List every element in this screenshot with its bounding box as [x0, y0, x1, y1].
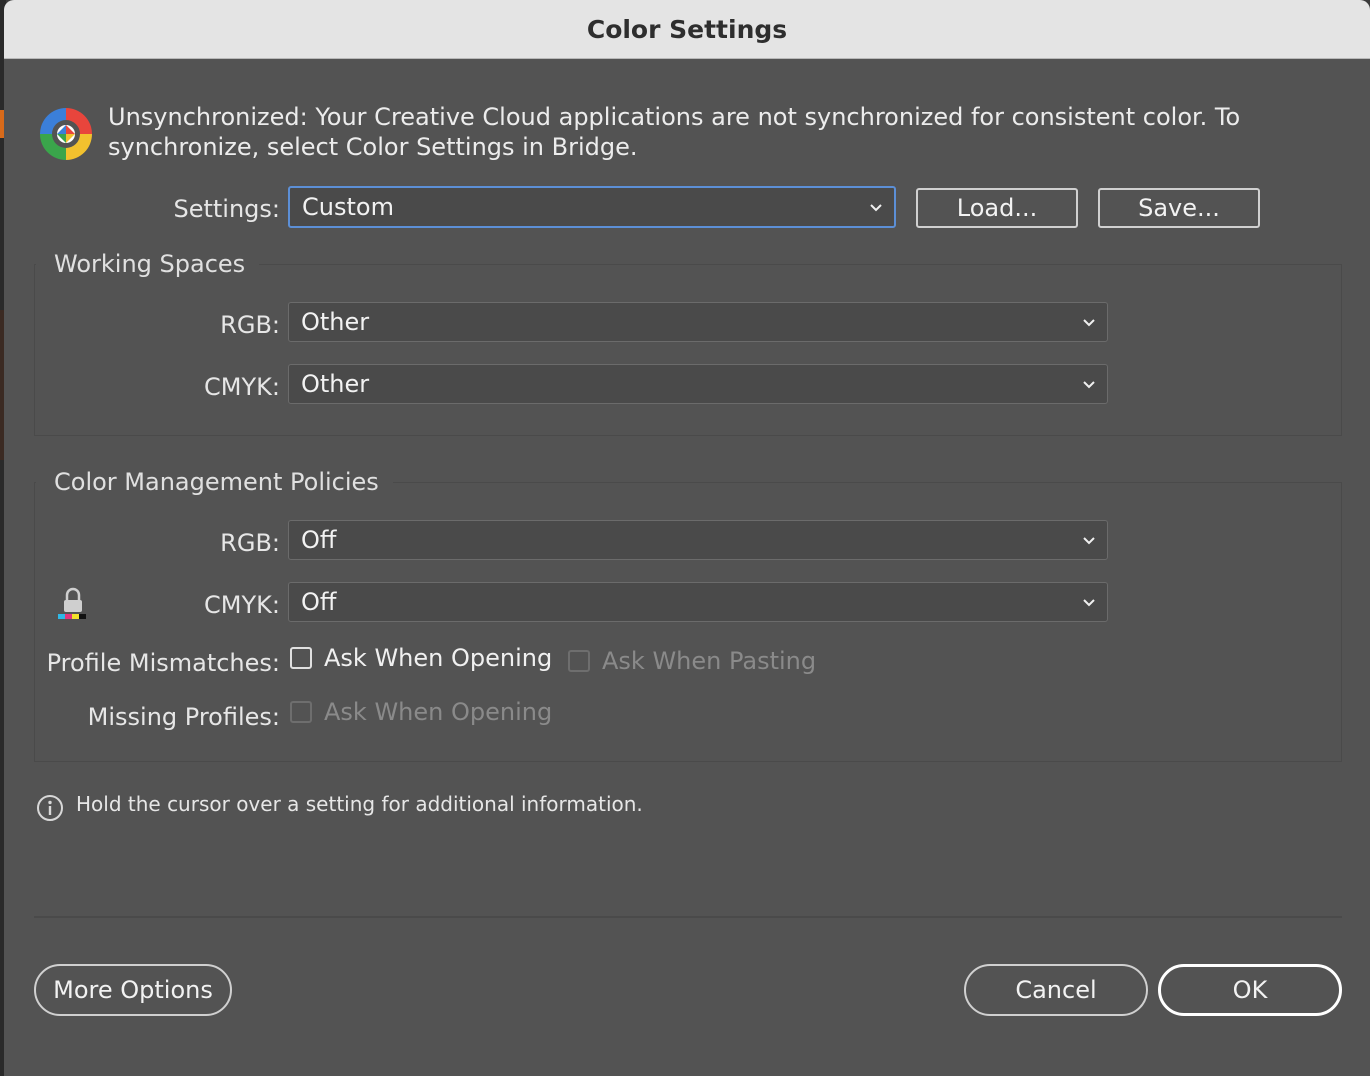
- policy-rgb-value: Off: [301, 526, 337, 554]
- info-icon: [37, 795, 63, 821]
- working-spaces-group: [34, 264, 1342, 436]
- chevron-down-icon: [870, 204, 882, 212]
- sync-status-message: Unsynchronized: Your Creative Cloud appl…: [108, 103, 1241, 161]
- settings-value: Custom: [302, 193, 394, 221]
- chevron-down-icon: [1083, 319, 1095, 327]
- dialog-title: Color Settings: [586, 14, 788, 44]
- working-rgb-dropdown[interactable]: Other: [288, 302, 1108, 342]
- working-spaces-title: Working Spaces: [36, 250, 260, 278]
- missing-profiles-label: Missing Profiles:: [87, 703, 280, 731]
- missing-ask-opening-checkbox[interactable]: [290, 701, 312, 723]
- color-wheel-icon: [40, 108, 92, 160]
- policies-title: Color Management Policies: [36, 468, 393, 496]
- chevron-down-icon: [1083, 381, 1095, 389]
- cancel-button[interactable]: Cancel: [964, 964, 1148, 1016]
- missing-ask-opening-label[interactable]: Ask When Opening: [324, 698, 552, 726]
- mismatch-ask-pasting-checkbox[interactable]: [568, 650, 590, 672]
- working-cmyk-value: Other: [301, 370, 370, 398]
- chevron-down-icon: [1083, 537, 1095, 545]
- profile-mismatches-label: Profile Mismatches:: [46, 649, 280, 677]
- working-rgb-value: Other: [301, 308, 370, 336]
- mismatch-ask-opening-checkbox[interactable]: [290, 647, 312, 669]
- ok-button[interactable]: OK: [1158, 964, 1342, 1016]
- working-cmyk-label: CMYK:: [204, 373, 280, 401]
- policy-rgb-dropdown[interactable]: Off: [288, 520, 1108, 560]
- policy-cmyk-value: Off: [301, 588, 337, 616]
- color-settings-dialog: Color Settings Unsynchronized: Your Crea…: [4, 0, 1370, 1076]
- working-rgb-label: RGB:: [220, 311, 280, 339]
- more-options-button[interactable]: More Options: [34, 964, 232, 1016]
- info-hint-text: Hold the cursor over a setting for addit…: [76, 792, 643, 816]
- lock-icon: [58, 587, 86, 619]
- title-bar[interactable]: Color Settings: [4, 0, 1370, 59]
- settings-dropdown[interactable]: Custom: [288, 186, 896, 228]
- chevron-down-icon: [1083, 599, 1095, 607]
- policy-cmyk-label: CMYK:: [204, 591, 280, 619]
- footer-divider: [34, 916, 1342, 918]
- policy-cmyk-dropdown[interactable]: Off: [288, 582, 1108, 622]
- mismatch-ask-pasting-label[interactable]: Ask When Pasting: [602, 647, 816, 675]
- load-button[interactable]: Load...: [916, 188, 1078, 228]
- working-cmyk-dropdown[interactable]: Other: [288, 364, 1108, 404]
- save-button[interactable]: Save...: [1098, 188, 1260, 228]
- policy-rgb-label: RGB:: [220, 529, 280, 557]
- settings-label: Settings:: [173, 195, 280, 223]
- mismatch-ask-opening-label[interactable]: Ask When Opening: [324, 644, 552, 672]
